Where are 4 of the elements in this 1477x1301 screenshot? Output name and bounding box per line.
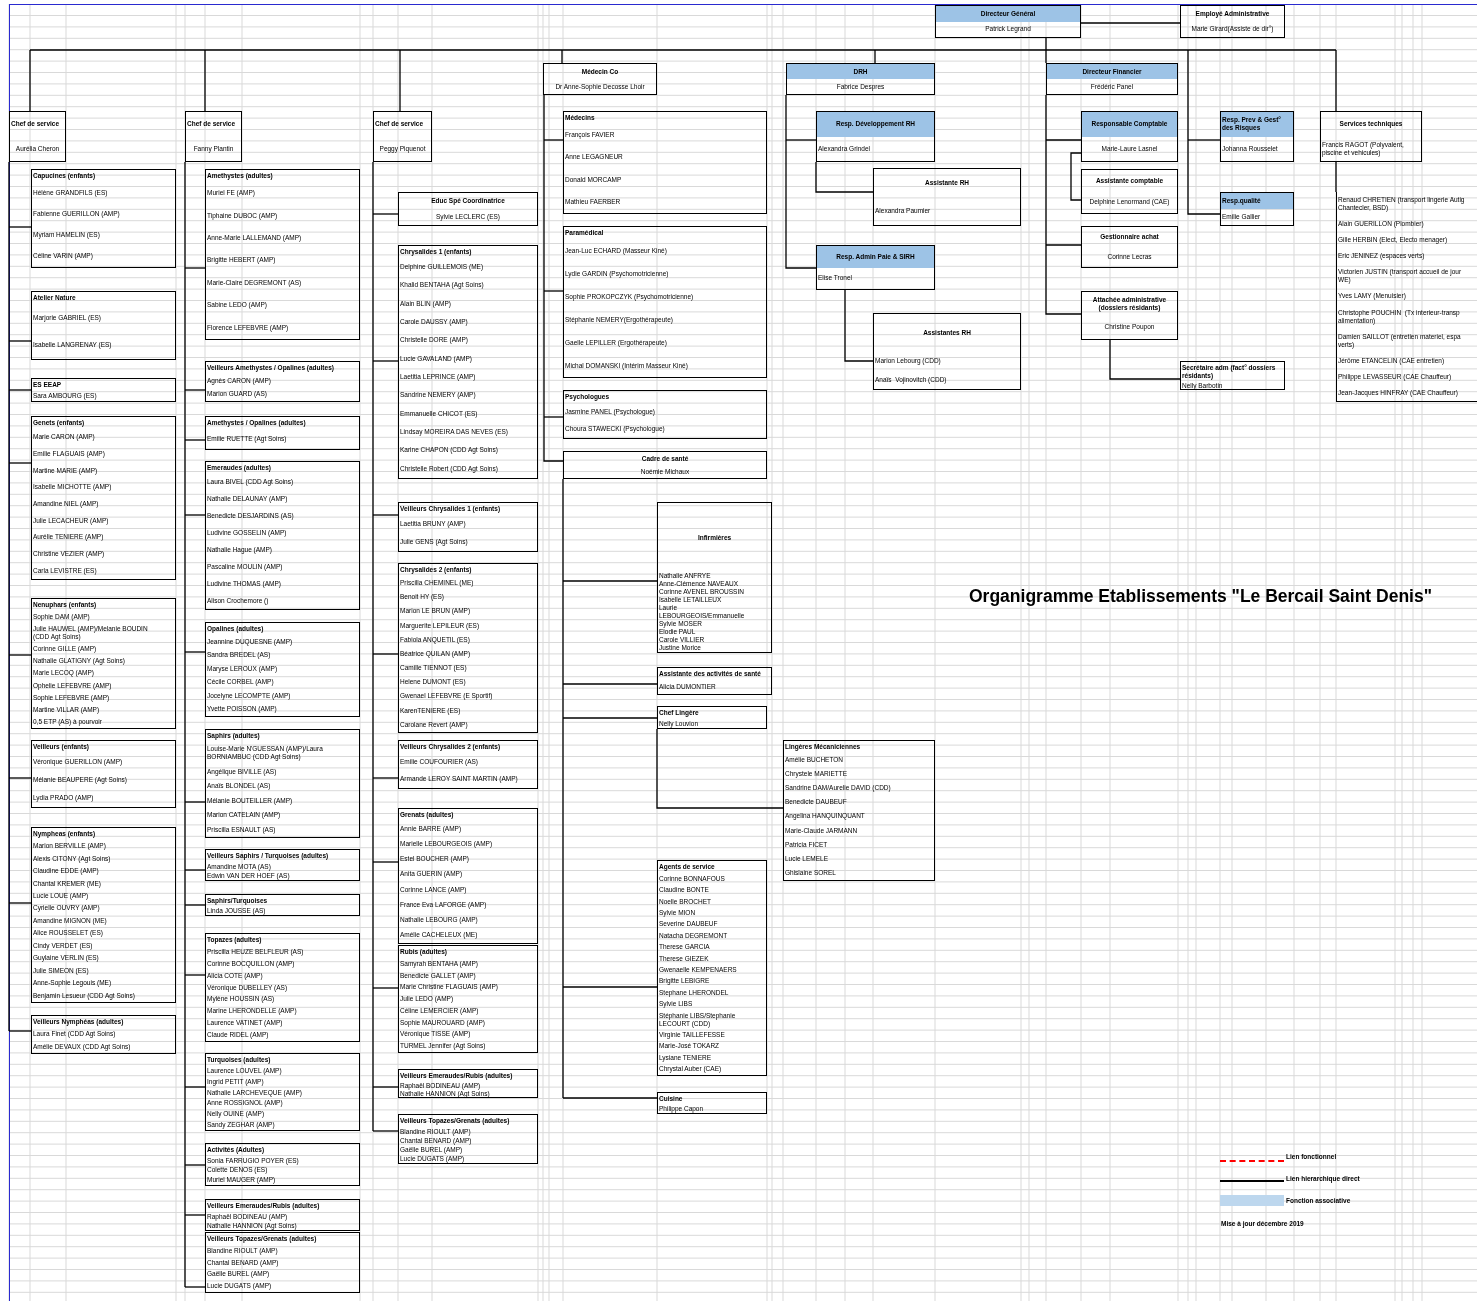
legend-swatch (1220, 1195, 1284, 1206)
chart-title: Organigramme Etablissements "Le Bercail Saint Denis" (969, 585, 1432, 608)
legend-line (1220, 1160, 1284, 1162)
legend-line (1220, 1180, 1284, 1182)
